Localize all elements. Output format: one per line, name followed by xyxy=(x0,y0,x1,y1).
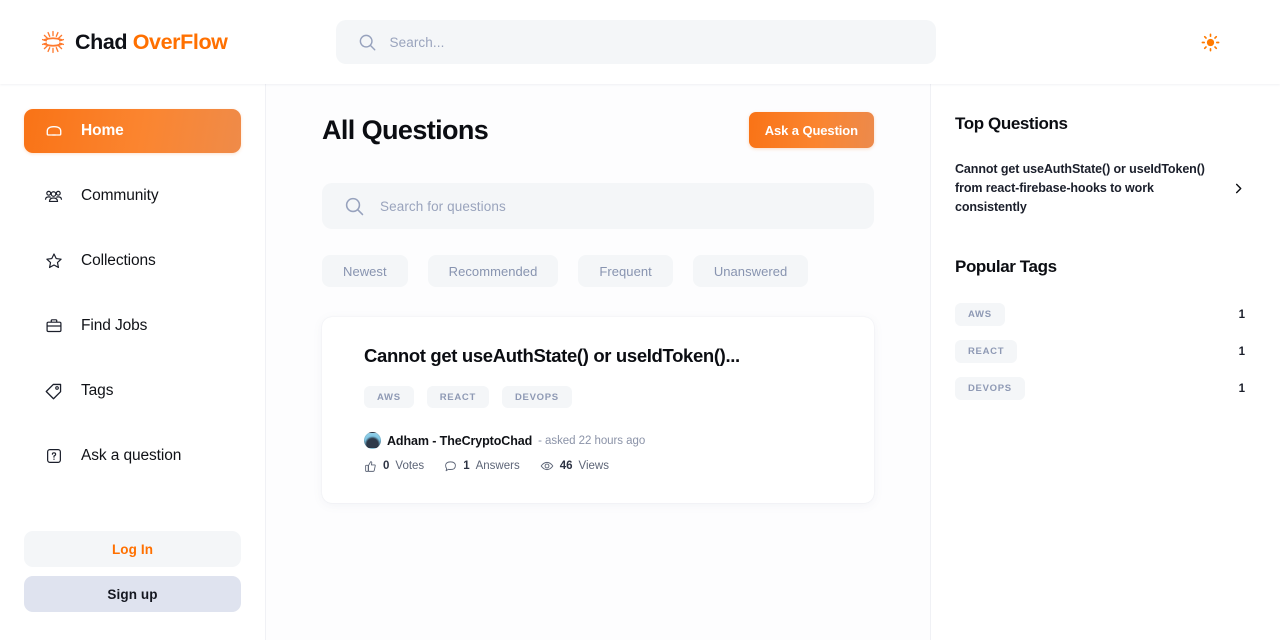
popular-tag-row[interactable]: AWS 1 xyxy=(955,303,1245,326)
thumbs-up-icon xyxy=(364,460,377,473)
users-icon xyxy=(43,186,64,207)
right-sidebar: Top Questions Cannot get useAuthState() … xyxy=(930,84,1280,640)
left-sidebar: Home Community Collections Find Jobs Tag… xyxy=(0,84,266,640)
avatar xyxy=(364,432,381,449)
top-questions-heading: Top Questions xyxy=(955,114,1068,133)
header-actions xyxy=(1196,28,1254,56)
filter-newest[interactable]: Newest xyxy=(322,255,408,287)
filter-unanswered[interactable]: Unanswered xyxy=(692,255,809,287)
tag-icon xyxy=(43,381,64,402)
sidebar-item-label: Ask a question xyxy=(81,447,182,464)
sidebar-item-community[interactable]: Community xyxy=(24,174,241,218)
question-tag[interactable]: DEVOPS xyxy=(501,386,572,408)
ask-a-question-button[interactable]: Ask a Question xyxy=(748,112,874,148)
question-stats: 0 Votes 1 Answers 46 Views xyxy=(364,459,832,473)
popular-tag-row[interactable]: DEVOPS 1 xyxy=(955,377,1245,400)
main-content: All Questions Ask a Question Search for … xyxy=(266,84,930,640)
logo[interactable]: Chad OverFlow xyxy=(40,29,228,55)
popular-tag-name[interactable]: AWS xyxy=(955,303,1005,326)
home-icon xyxy=(43,121,64,142)
popular-tag-count: 1 xyxy=(1238,382,1245,395)
sun-icon xyxy=(1201,33,1219,51)
sidebar-item-tags[interactable]: Tags xyxy=(24,369,241,413)
sidebar-item-label: Home xyxy=(81,122,124,139)
stat-votes: 0 Votes xyxy=(364,460,424,473)
message-icon xyxy=(444,460,457,473)
main-header: All Questions Ask a Question xyxy=(322,112,874,148)
sidebar-item-label: Find Jobs xyxy=(81,317,148,334)
page-title: All Questions xyxy=(322,114,489,145)
sidebar-auth-buttons: Log In Sign up xyxy=(24,531,241,624)
logo-text-accent: OverFlow xyxy=(132,29,228,54)
eye-icon xyxy=(540,459,554,473)
filter-frequent[interactable]: Frequent xyxy=(578,255,673,287)
signup-button[interactable]: Sign up xyxy=(24,576,241,612)
question-title[interactable]: Cannot get useAuthState() or useIdToken(… xyxy=(364,345,832,367)
global-search-input[interactable]: Search... xyxy=(335,20,936,64)
question-author[interactable]: Adham - TheCryptoChad xyxy=(387,434,532,448)
sidebar-item-label: Tags xyxy=(81,382,114,399)
popular-tag-count: 1 xyxy=(1238,308,1245,321)
theme-toggle-button[interactable] xyxy=(1196,28,1224,56)
sidebar-item-label: Community xyxy=(81,187,159,204)
sidebar-item-home[interactable]: Home xyxy=(24,109,241,153)
stat-value: 46 xyxy=(559,460,573,472)
stat-answers: 1 Answers xyxy=(444,460,520,473)
logo-text: Chad OverFlow xyxy=(75,30,228,55)
sunburst-logo-icon xyxy=(41,30,65,54)
popular-tags-list: AWS 1 REACT 1 DEVOPS 1 xyxy=(955,303,1245,414)
stat-label: Votes xyxy=(395,460,425,472)
question-tag[interactable]: AWS xyxy=(364,386,414,408)
filter-pill-group: Newest Recommended Frequent Unanswered xyxy=(322,255,874,287)
sidebar-nav: Home Community Collections Find Jobs Tag… xyxy=(24,109,241,499)
stat-label: Answers xyxy=(475,460,520,472)
popular-tags-heading: Popular Tags xyxy=(955,257,1057,276)
sidebar-item-ask-a-question[interactable]: Ask a question xyxy=(24,434,241,478)
sidebar-item-label: Collections xyxy=(81,252,156,269)
popular-tag-count: 1 xyxy=(1238,345,1245,358)
search-icon xyxy=(359,34,375,50)
stat-value: 0 xyxy=(383,460,390,472)
page-body: Home Community Collections Find Jobs Tag… xyxy=(0,84,1280,640)
question-card[interactable]: Cannot get useAuthState() or useIdToken(… xyxy=(322,317,874,503)
popular-tag-name[interactable]: REACT xyxy=(955,340,1018,363)
question-search-input[interactable]: Search for questions xyxy=(322,183,874,229)
app-header: Chad OverFlow Search... xyxy=(0,0,1280,84)
star-icon xyxy=(43,251,64,272)
sidebar-item-collections[interactable]: Collections xyxy=(24,239,241,283)
question-search-placeholder: Search for questions xyxy=(380,198,506,214)
question-meta: Adham - TheCryptoChad - asked 22 hours a… xyxy=(364,432,832,449)
login-button[interactable]: Log In xyxy=(24,531,241,567)
global-search-placeholder: Search... xyxy=(389,34,445,50)
chevron-right-icon xyxy=(1232,182,1245,195)
popular-tag-row[interactable]: REACT 1 xyxy=(955,340,1245,363)
logo-text-primary: Chad xyxy=(75,29,128,54)
question-tag-list: AWS REACT DEVOPS xyxy=(364,386,832,408)
top-question-item[interactable]: Cannot get useAuthState() or useIdToken(… xyxy=(955,160,1245,217)
filter-recommended[interactable]: Recommended xyxy=(427,255,559,287)
question-asked-time: - asked 22 hours ago xyxy=(538,434,646,447)
popular-tag-name[interactable]: DEVOPS xyxy=(955,377,1025,400)
briefcase-icon xyxy=(43,316,64,337)
question-mark-box-icon xyxy=(43,446,64,467)
app-root: Chad OverFlow Search... Home Community C… xyxy=(0,0,1280,640)
top-question-title: Cannot get useAuthState() or useIdToken(… xyxy=(955,162,1205,214)
sidebar-item-find-jobs[interactable]: Find Jobs xyxy=(24,304,241,348)
question-tag[interactable]: REACT xyxy=(426,386,489,408)
stat-label: Views xyxy=(578,460,609,472)
search-icon xyxy=(345,197,364,215)
stat-views: 46 Views xyxy=(540,459,609,473)
stat-value: 1 xyxy=(463,460,470,472)
